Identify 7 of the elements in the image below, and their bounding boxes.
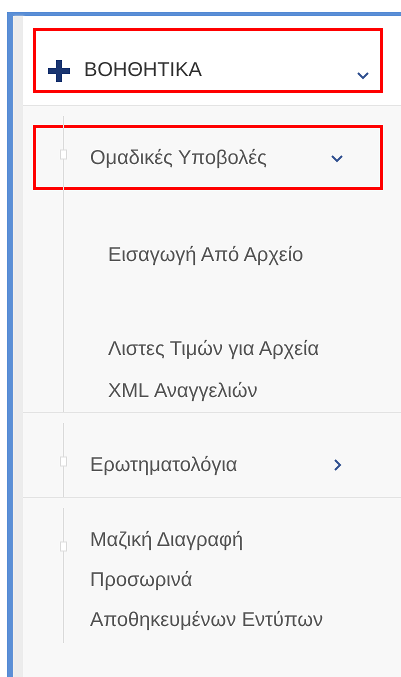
menu-item[interactable]: Μαζική Διαγραφή Προσωρινά Αποθηκευμένων Εντύπων <box>33 517 383 643</box>
plus-icon <box>48 60 70 82</box>
menu-item[interactable]: Ομαδικές Υποβολές <box>33 125 383 190</box>
menu-item[interactable]: Ερωτηματολόγια <box>33 432 383 497</box>
menu-header[interactable]: ΒΟΗΘΗΤΙΚΑ <box>33 28 383 93</box>
submenu-item[interactable]: Λιστες Τιμών για Αρχεία XML Αναγγελιών <box>108 328 338 412</box>
submenu-item[interactable]: Εισαγωγή Από Αρχείο <box>108 234 338 276</box>
